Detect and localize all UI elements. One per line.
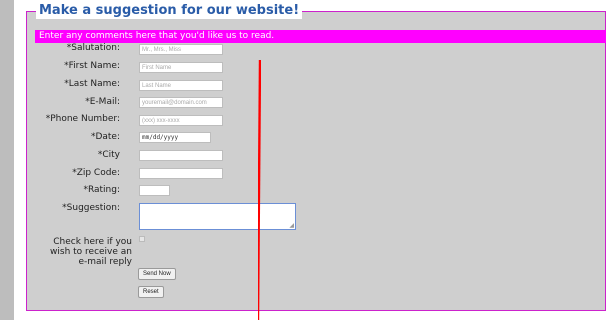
suggestion-label: *Suggestion: <box>62 203 120 213</box>
salutation-input[interactable]: Mr., Mrs., Miss <box>139 44 223 55</box>
form-title: Make a suggestion for our website! <box>36 3 303 19</box>
comments-banner: Enter any comments here that you'd like … <box>35 30 606 43</box>
city-label: *City <box>97 150 120 160</box>
email-input[interactable]: youremail@domain.com <box>139 97 223 108</box>
phone-input[interactable]: (xxx) xxx-xxxx <box>139 115 223 126</box>
page: Make a suggestion for our website! Enter… <box>14 0 606 320</box>
email-reply-label: Check here if you wish to receive an e-m… <box>50 237 132 267</box>
first-name-input[interactable]: First Name <box>139 62 223 73</box>
first-name-label: *First Name: <box>64 61 120 71</box>
annotation-line <box>258 60 261 320</box>
city-input[interactable] <box>139 150 223 161</box>
salutation-label: *Salutation: <box>66 43 120 53</box>
zip-code-input[interactable] <box>139 168 223 179</box>
rating-label: *Rating: <box>83 185 120 195</box>
date-input[interactable]: mm/dd/yyyy <box>139 132 211 143</box>
last-name-input[interactable]: Last Name <box>139 80 223 91</box>
phone-label: *Phone Number: <box>45 114 120 124</box>
resize-handle-icon[interactable]: ◢ <box>289 222 294 229</box>
last-name-label: *Last Name: <box>64 79 120 89</box>
send-now-button[interactable]: Send Now <box>138 268 176 280</box>
left-gutter <box>0 0 14 320</box>
zip-code-label: *Zip Code: <box>72 168 120 178</box>
suggestion-textarea[interactable]: ◢ <box>139 203 296 230</box>
email-reply-checkbox[interactable] <box>139 236 145 242</box>
date-label: *Date: <box>90 132 120 142</box>
email-label: *E-Mail: <box>85 97 120 107</box>
reset-button[interactable]: Reset <box>138 286 164 298</box>
rating-input[interactable] <box>139 185 170 196</box>
